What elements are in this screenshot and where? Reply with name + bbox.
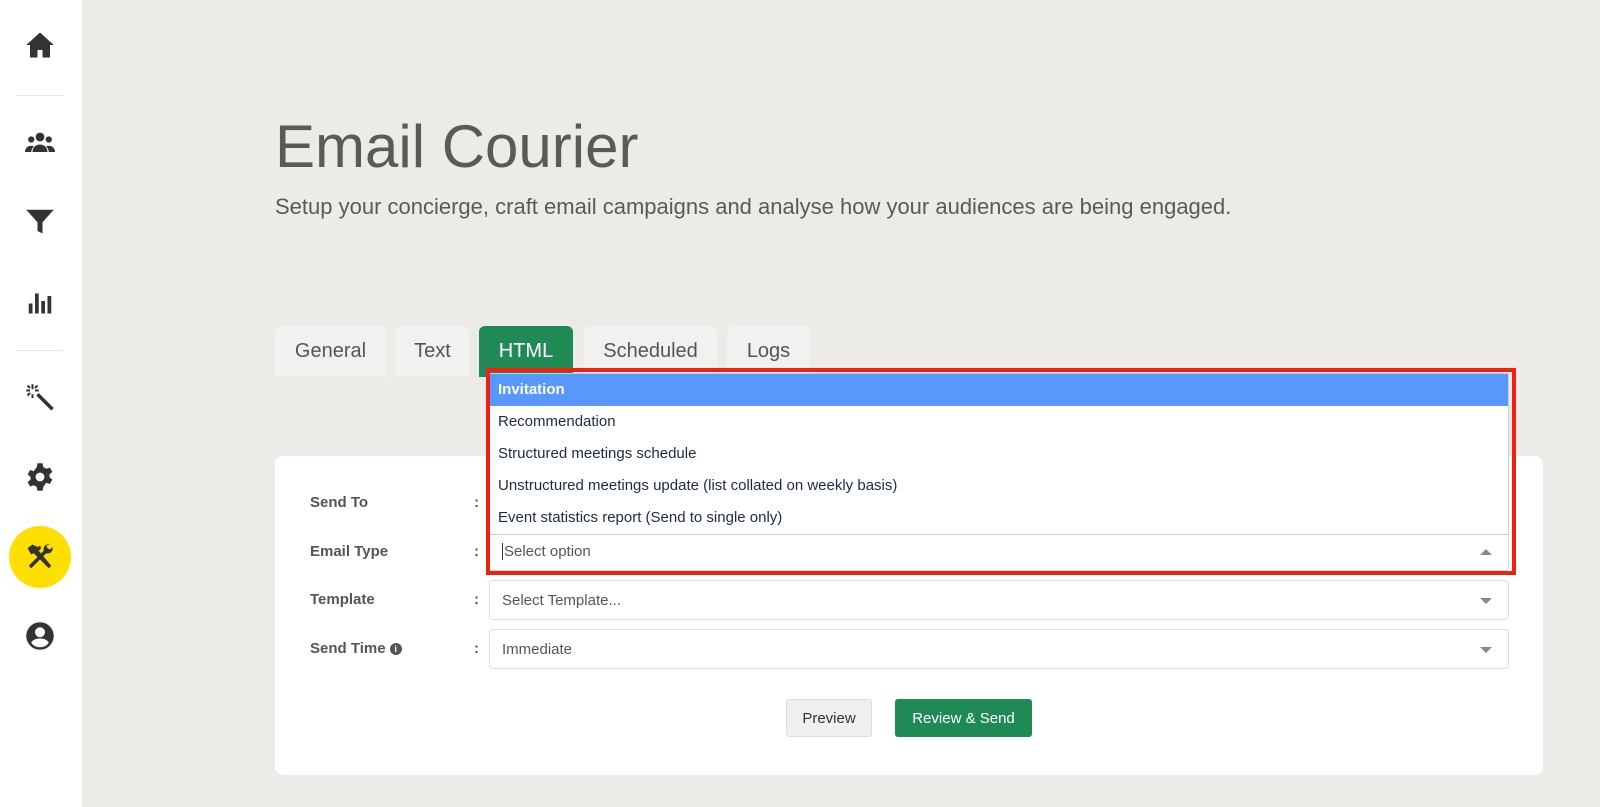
- sidebar-item-tools[interactable]: [9, 526, 71, 588]
- sidebar-item-home[interactable]: [9, 14, 71, 76]
- tab-text[interactable]: Text: [396, 326, 469, 377]
- option-unstructured-meetings[interactable]: Unstructured meetings update (list colla…: [490, 470, 1508, 502]
- magic-wand-icon: [26, 384, 54, 411]
- colon: :: [474, 494, 479, 511]
- sidebar: [0, 0, 82, 807]
- chevron-down-icon: [1480, 598, 1492, 604]
- send-time-value: Immediate: [502, 640, 573, 658]
- option-structured-meetings[interactable]: Structured meetings schedule: [490, 438, 1508, 470]
- send-time-select[interactable]: Immediate: [489, 629, 1509, 669]
- sidebar-item-people[interactable]: [9, 111, 71, 173]
- sidebar-item-profile[interactable]: [9, 605, 71, 667]
- email-type-select[interactable]: Select option: [489, 531, 1509, 571]
- email-type-search-input[interactable]: Select option: [502, 542, 591, 560]
- page-title: Email Courier: [275, 113, 639, 180]
- colon: :: [474, 543, 479, 560]
- template-select[interactable]: Select Template...: [489, 580, 1509, 620]
- email-type-dropdown: Invitation Recommendation Structured mee…: [489, 373, 1509, 535]
- colon: :: [474, 640, 479, 657]
- template-label: Template: [310, 591, 375, 608]
- sidebar-item-filter[interactable]: [9, 190, 71, 252]
- sidebar-item-magic[interactable]: [9, 367, 71, 429]
- sidebar-item-analytics[interactable]: [9, 270, 71, 332]
- option-recommendation[interactable]: Recommendation: [490, 406, 1508, 438]
- tab-general[interactable]: General: [275, 326, 386, 377]
- page-subtitle: Setup your concierge, craft email campai…: [275, 194, 1232, 219]
- send-time-label: Send Time i: [310, 640, 402, 657]
- home-icon: [26, 32, 54, 58]
- gear-icon: [27, 463, 53, 491]
- divider: [16, 95, 63, 96]
- email-type-label: Email Type: [310, 543, 389, 560]
- tab-logs[interactable]: Logs: [727, 326, 810, 377]
- send-to-label: Send To: [310, 494, 369, 511]
- tab-html[interactable]: HTML: [479, 326, 573, 377]
- tools-icon: [27, 544, 53, 569]
- template-value: Select Template...: [502, 591, 621, 609]
- review-send-button[interactable]: Review & Send: [895, 699, 1032, 737]
- people-icon: [25, 132, 55, 152]
- chevron-up-icon: [1480, 549, 1492, 555]
- option-event-statistics[interactable]: Event statistics report (Send to single …: [490, 502, 1508, 534]
- divider: [16, 350, 63, 351]
- bar-chart-icon: [28, 293, 52, 314]
- info-icon[interactable]: i: [389, 643, 402, 655]
- preview-button[interactable]: Preview: [786, 699, 872, 737]
- chevron-down-icon: [1480, 647, 1492, 653]
- option-invitation[interactable]: Invitation: [490, 374, 1508, 406]
- filter-icon: [26, 209, 54, 234]
- colon: :: [474, 591, 479, 608]
- tab-scheduled[interactable]: Scheduled: [584, 326, 717, 377]
- user-circle-icon: [26, 622, 54, 650]
- send-time-label-text: Send Time: [310, 640, 386, 657]
- sidebar-item-settings[interactable]: [9, 446, 71, 508]
